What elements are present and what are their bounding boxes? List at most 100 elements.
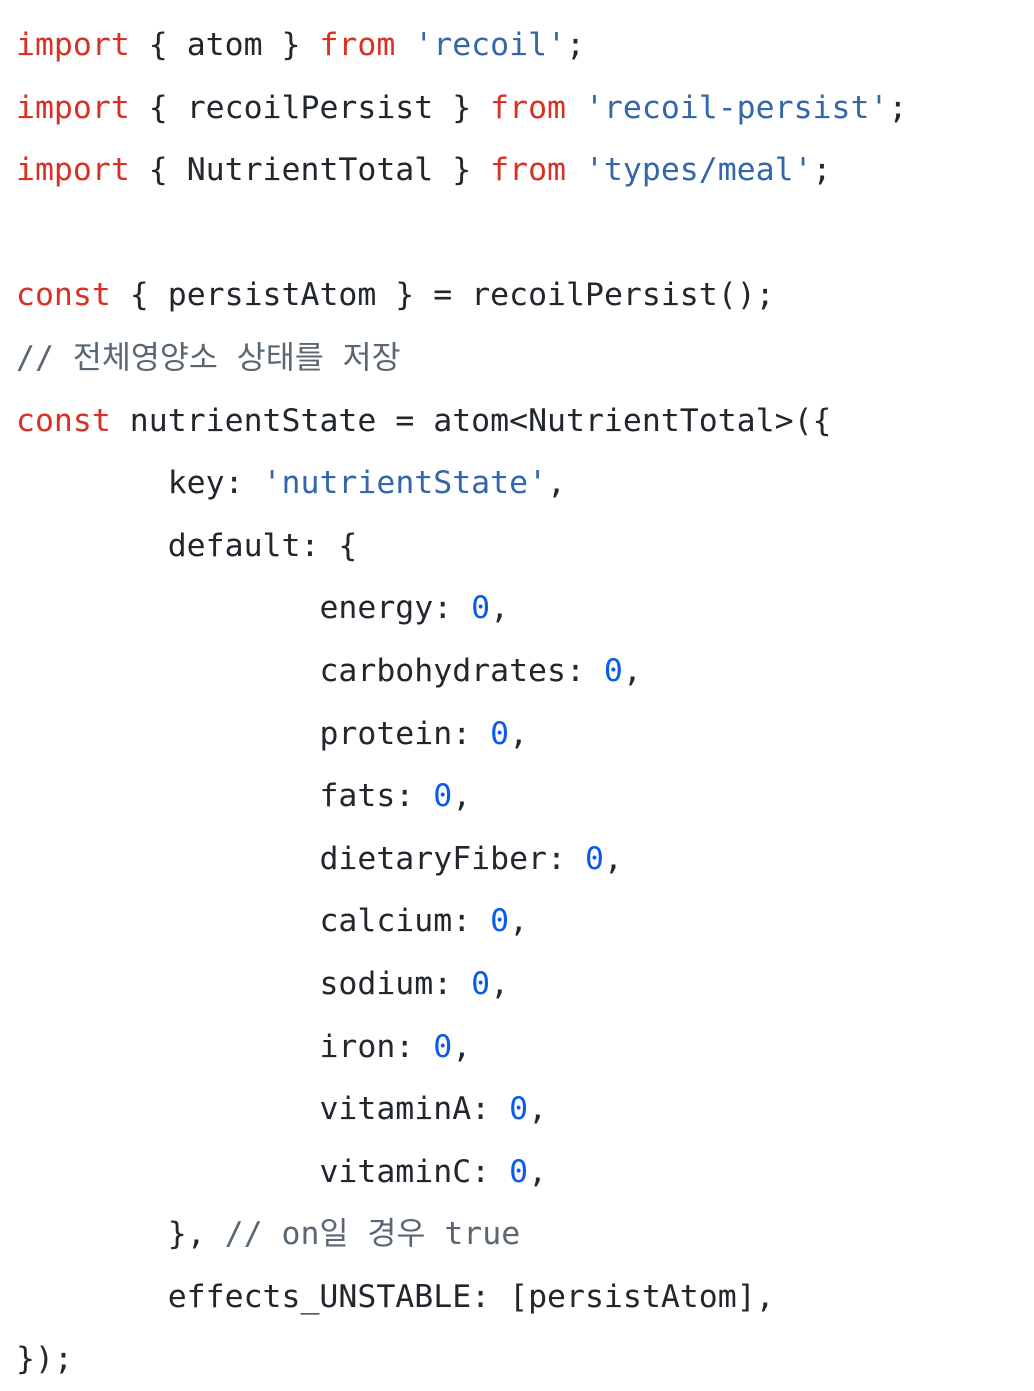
code-token-plain: ; <box>755 277 775 314</box>
code-token-punctuation: [ <box>509 1278 529 1315</box>
code-token-operator: ; <box>53 1341 73 1378</box>
code-token-plain: : <box>452 903 491 940</box>
code-token-operator: = <box>433 277 453 314</box>
code-line: calcium: 0, <box>16 890 1034 953</box>
code-token-property: iron <box>319 1028 396 1065</box>
code-token-plain: , <box>509 903 529 940</box>
code-line: const nutrientState = atom<NutrientTotal… <box>16 390 1034 453</box>
code-token-plain: : <box>395 778 434 815</box>
code-token-punctuation: }) <box>16 1341 54 1378</box>
code-token-keyword: const <box>16 277 111 314</box>
code-line: key: 'nutrientState', <box>16 452 1034 515</box>
code-token-number: 0 <box>509 1153 529 1190</box>
code-token-keyword: import <box>16 89 130 126</box>
code-token-number: 0 <box>490 903 510 940</box>
code-token-plain: , <box>528 1153 548 1190</box>
code-token-punctuation: } <box>167 1216 187 1253</box>
code-token-plain: : <box>433 590 472 627</box>
code-token-number: 0 <box>584 840 604 877</box>
code-token-operator: = <box>395 402 415 439</box>
code-token-punctuation: { <box>338 527 358 564</box>
code-line: effects_UNSTABLE: [persistAtom], <box>16 1266 1034 1329</box>
code-token-plain: ; <box>888 89 908 126</box>
code-token-property: energy <box>319 590 434 627</box>
code-token-plain: : <box>547 840 585 877</box>
code-token-punctuation: ({ <box>793 402 832 439</box>
code-token-plain: : <box>433 965 472 1002</box>
code-block[interactable]: import { atom } from 'recoil'; import { r… <box>0 0 1034 1391</box>
code-token-string: 'recoil-persist' <box>584 89 889 126</box>
code-token-comment: // 전체영양소 상태를 저장 <box>16 339 401 376</box>
code-token-number: 0 <box>603 652 623 689</box>
code-token-plain: nutrientState <box>110 402 396 439</box>
code-token-comment: // on일 경우 true <box>224 1216 521 1253</box>
code-line: dietaryFiber: 0, <box>16 828 1034 891</box>
code-line: sodium: 0, <box>16 953 1034 1016</box>
code-token-plain: ; <box>812 152 832 189</box>
code-token-plain: , <box>509 715 529 752</box>
code-token-plain: : <box>471 1278 510 1315</box>
code-token-property: sodium <box>319 965 434 1002</box>
code-token-plain: { NutrientTotal } <box>148 152 472 189</box>
code-token-number: 0 <box>490 715 510 752</box>
code-token-plain: : <box>300 527 339 564</box>
code-token-keyword: from <box>490 152 566 189</box>
code-token-number: 0 <box>471 590 491 627</box>
code-line: default: { <box>16 515 1034 578</box>
code-line: import { NutrientTotal } from 'types/mea… <box>16 139 1034 202</box>
code-token-property: fats <box>319 778 396 815</box>
code-line: }, // on일 경우 true <box>16 1203 1034 1266</box>
code-token-keyword: import <box>16 152 130 189</box>
code-token-string: 'nutrientState' <box>262 465 548 502</box>
code-token-property: carbohydrates <box>319 652 566 689</box>
code-line: import { recoilPersist } from 'recoil-pe… <box>16 77 1034 140</box>
code-token-plain: , <box>452 1028 472 1065</box>
code-token-plain: , <box>622 652 642 689</box>
code-token-property: dietaryFiber <box>319 840 548 877</box>
code-token-plain: , <box>186 1216 225 1253</box>
code-token-plain: , <box>528 1091 548 1128</box>
code-line: carbohydrates: 0, <box>16 640 1034 703</box>
code-line: // 전체영양소 상태를 저장 <box>16 327 1034 390</box>
code-token-keyword: from <box>490 89 566 126</box>
code-line: protein: 0, <box>16 703 1034 766</box>
code-token-property: vitaminA <box>319 1091 472 1128</box>
code-token-plain: : <box>452 715 491 752</box>
code-token-number: 0 <box>433 1028 453 1065</box>
code-line: const { persistAtom } = recoilPersist(); <box>16 264 1034 327</box>
code-token-punctuation: ] <box>736 1278 756 1315</box>
code-token-property: protein <box>319 715 453 752</box>
code-token-plain: : <box>224 465 263 502</box>
code-token-number: 0 <box>509 1091 529 1128</box>
code-token-property: key <box>167 465 225 502</box>
code-token-keyword: import <box>16 27 130 63</box>
code-token-plain: , <box>755 1278 775 1315</box>
code-token-punctuation: () <box>717 277 756 314</box>
code-token-plain: , <box>490 590 510 627</box>
code-token-string: 'types/meal' <box>584 152 813 189</box>
code-token-function: recoilPersist <box>471 277 718 314</box>
code-line: import { atom } from 'recoil'; <box>16 14 1034 77</box>
code-token-property: default <box>167 527 301 564</box>
code-token-plain: <NutrientTotal> <box>509 402 794 439</box>
